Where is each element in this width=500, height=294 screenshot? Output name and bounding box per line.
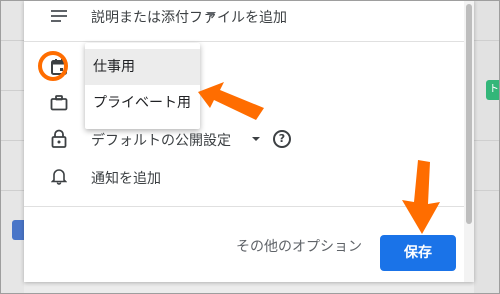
calendar-dropdown-caret-icon[interactable] — [206, 12, 216, 17]
help-icon[interactable]: ? — [273, 130, 291, 148]
divider — [24, 41, 464, 42]
highlight-circle — [38, 51, 68, 81]
background-calendar-left — [0, 0, 24, 294]
menu-item-work[interactable]: 仕事用 — [85, 49, 200, 85]
background-gridline — [0, 40, 24, 41]
background-event-chip[interactable]: ト — [486, 80, 500, 100]
menu-item-private[interactable]: プライベート用 — [85, 85, 200, 121]
bell-icon — [48, 165, 70, 187]
visibility-dropdown-caret-icon[interactable] — [252, 137, 260, 141]
background-event-chip[interactable] — [12, 220, 24, 240]
add-notification-link[interactable]: 通知を追加 — [91, 168, 161, 188]
scrollbar-thumb[interactable] — [466, 4, 472, 224]
add-description-field[interactable]: 説明または添付ファイルを追加 — [91, 7, 287, 27]
background-gridline — [0, 140, 24, 141]
background-gridline — [474, 40, 500, 41]
background-gridline — [474, 140, 500, 141]
background-chip-label: ト — [489, 84, 499, 95]
background-gridline — [0, 90, 24, 91]
divider — [24, 206, 464, 207]
briefcase-icon — [48, 92, 70, 114]
background-calendar-right — [474, 0, 500, 294]
visibility-dropdown[interactable]: デフォルトの公開設定 — [91, 130, 231, 150]
scrollbar[interactable] — [464, 0, 474, 282]
more-options-button[interactable]: その他のオプション — [236, 236, 362, 256]
save-button[interactable]: 保存 — [380, 235, 456, 271]
lock-icon — [48, 128, 70, 150]
background-gridline — [0, 190, 24, 191]
description-icon — [48, 5, 70, 27]
background-gridline — [474, 190, 500, 191]
calendar-select-menu: 仕事用 プライベート用 — [85, 43, 200, 129]
